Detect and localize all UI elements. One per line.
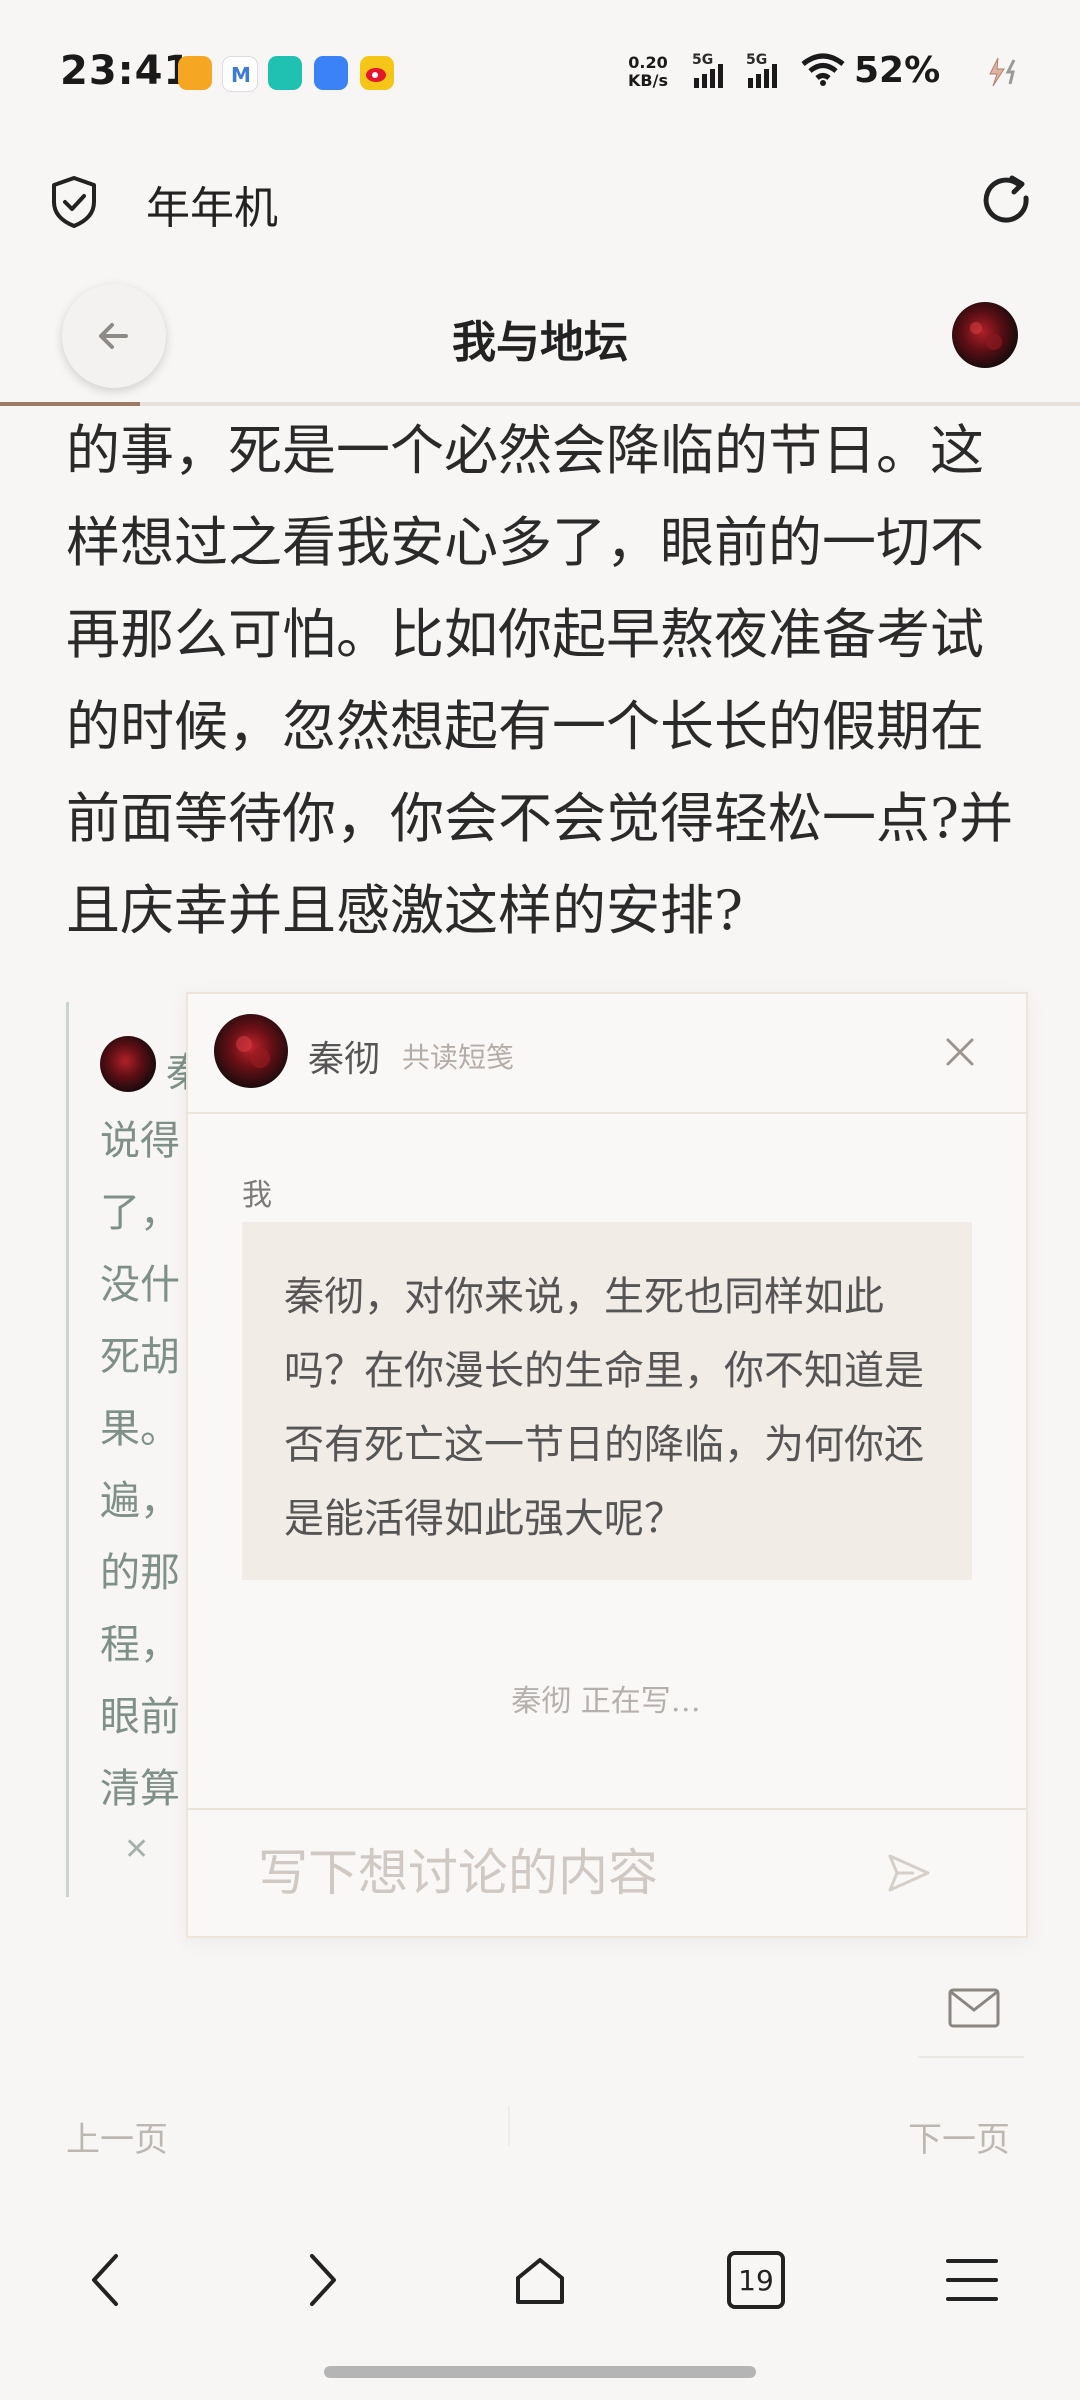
- close-icon[interactable]: [938, 1030, 982, 1074]
- next-page-button[interactable]: 下一页: [908, 2112, 1010, 2161]
- network-speed-value: 0.20: [628, 53, 668, 72]
- tab-count: 19: [727, 2251, 785, 2309]
- browser-back-button[interactable]: [66, 2240, 146, 2320]
- note-line: 的那: [100, 1550, 180, 1596]
- chapter-text: 的事，死是一个必然会降临的节日。这 样想过之看我安心多了，眼前的一切不 再那么可…: [66, 419, 1013, 942]
- send-icon[interactable]: [884, 1848, 934, 1898]
- book-title: 我与地坛: [452, 317, 628, 368]
- signal-icon: 5G: [690, 52, 730, 90]
- browser-menu-button[interactable]: [932, 2240, 1012, 2320]
- home-indicator: [324, 2366, 756, 2378]
- mail-app-icon: M: [222, 56, 258, 92]
- note-avatar: [100, 1036, 156, 1092]
- note-line: 程，: [100, 1622, 180, 1668]
- page-divider: [508, 2106, 510, 2146]
- message-text: 秦彻，对你来说，生死也同样如此吗？在你漫长的生命里，你不知道是否有死亡这一节日的…: [284, 1274, 924, 1542]
- status-bar: 23:41 M 0.20 KB/s 5G 5G 52%: [0, 0, 1080, 140]
- shield-check-icon[interactable]: [44, 172, 104, 232]
- input-divider: [186, 1808, 1026, 1810]
- note-line: 清算: [100, 1766, 180, 1812]
- network-speed-unit: KB/s: [628, 71, 668, 90]
- note-line: 了，: [100, 1190, 180, 1236]
- chevron-left-icon: [92, 2254, 118, 2306]
- browser-forward-button[interactable]: [282, 2240, 362, 2320]
- mail-divider: [918, 2056, 1024, 2058]
- note-line: 死胡: [100, 1334, 180, 1380]
- note-line: 眼前: [100, 1694, 180, 1740]
- svg-text:M: M: [231, 63, 251, 87]
- weibo-icon: [360, 56, 394, 90]
- popup-subtitle: 共读短笺: [402, 1041, 515, 1074]
- chat-app-icon: [314, 56, 348, 90]
- typing-status: 秦彻 正在写…: [511, 1684, 701, 1719]
- note-line: 说得: [100, 1118, 180, 1164]
- status-time: 23:41: [60, 48, 193, 94]
- prev-page-button[interactable]: 上一页: [66, 2112, 168, 2161]
- note-line: 果。: [100, 1406, 180, 1452]
- chevron-right-icon: [310, 2254, 336, 2306]
- popup-avatar: [214, 1014, 288, 1088]
- popup-contact-name: 秦彻: [308, 1039, 381, 1080]
- refresh-icon[interactable]: [976, 168, 1040, 232]
- avatar[interactable]: [952, 302, 1018, 368]
- home-icon: [516, 2258, 564, 2304]
- battery-percent: 52%: [854, 50, 941, 91]
- message-sender-label: 我: [242, 1178, 272, 1213]
- note-quote-border: [66, 1002, 69, 1897]
- message-input[interactable]: [258, 1838, 858, 1908]
- note-line: 没什: [100, 1262, 180, 1308]
- signal-icon-2: 5G: [744, 52, 784, 90]
- mail-icon[interactable]: [946, 1980, 1002, 2036]
- app-notification-icon: [178, 56, 212, 90]
- browser-home-button[interactable]: [500, 2240, 580, 2320]
- browser-tabs-button[interactable]: 19: [716, 2240, 796, 2320]
- network-speed: 0.20 KB/s: [628, 54, 668, 90]
- shield-app-icon: [268, 56, 302, 90]
- app-title: 年年机: [146, 183, 278, 234]
- popup-divider: [186, 1112, 1026, 1114]
- note-line: 遍，: [100, 1478, 180, 1524]
- wifi-icon: [800, 52, 846, 88]
- menu-icon: [946, 2259, 998, 2301]
- note-close-icon[interactable]: ✕: [124, 1832, 149, 1867]
- charging-icon: [984, 54, 1024, 90]
